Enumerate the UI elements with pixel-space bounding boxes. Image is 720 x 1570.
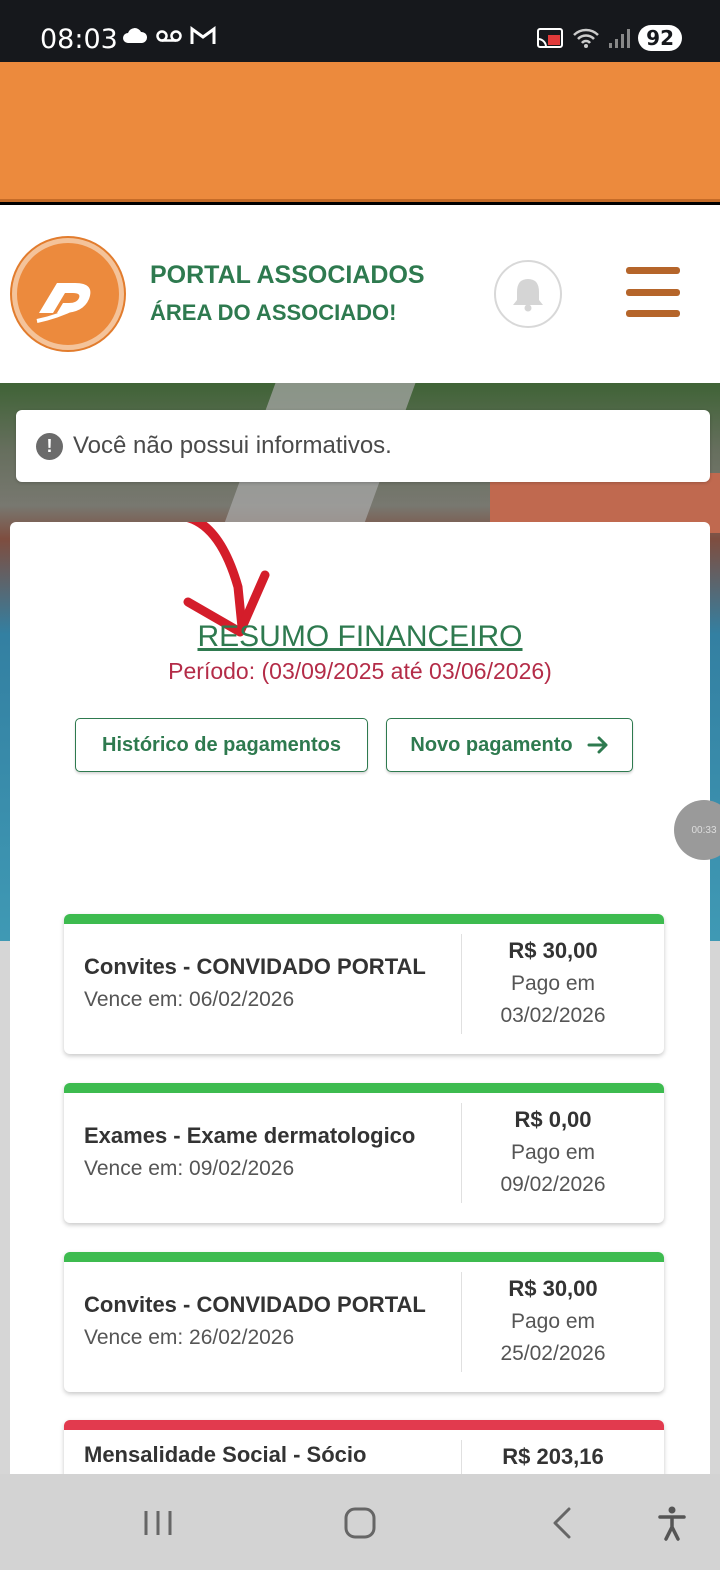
voicemail-icon <box>156 30 182 42</box>
payment-paid-date: 03/02/2026 <box>500 1004 606 1027</box>
payment-item[interactable]: Convites - CONVIDADO PORTAL Vence em: 26… <box>64 1252 664 1392</box>
bell-icon <box>513 279 543 312</box>
payment-item[interactable]: Convites - CONVIDADO PORTAL Vence em: 06… <box>64 914 664 1054</box>
payment-item[interactable]: Exames - Exame dermatologico Vence em: 0… <box>64 1083 664 1223</box>
hamburger-menu-icon[interactable] <box>626 267 680 317</box>
status-time: 08:03 <box>40 24 118 55</box>
payment-item[interactable]: Mensalidade Social - Sócio R$ 203,16 <box>64 1420 664 1474</box>
payment-status-strip <box>64 1420 664 1430</box>
payment-name: Convites - CONVIDADO PORTAL <box>84 1292 426 1317</box>
period-range: Período: (03/09/2025 até 03/06/2026) <box>168 658 552 684</box>
portal-subtitle: ÁREA DO ASSOCIADO! <box>150 300 397 325</box>
new-payment-label: Novo pagamento <box>410 733 573 756</box>
recents-button[interactable] <box>128 1498 188 1548</box>
payment-paid-date: 09/02/2026 <box>500 1173 606 1196</box>
payment-status-strip <box>64 1083 664 1093</box>
payment-due-date: Vence em: 06/02/2026 <box>84 988 295 1011</box>
payment-status: Pago em <box>510 972 596 995</box>
payment-amount: R$ 203,16 <box>502 1444 604 1469</box>
payment-status: Pago em <box>510 1141 596 1164</box>
notice-bar: ! Você não possui informativos. <box>16 410 710 482</box>
menu-bar <box>626 310 680 317</box>
payment-status: Pago em <box>510 1310 596 1333</box>
battery-indicator: 92 <box>638 25 682 51</box>
payment-due-date: Vence em: 26/02/2026 <box>84 1326 295 1349</box>
cast-icon <box>537 28 564 48</box>
payment-status-strip <box>64 914 664 924</box>
app-header: PORTAL ASSOCIADOS ÁREA DO ASSOCIADO! <box>0 205 720 383</box>
back-icon <box>553 1507 571 1539</box>
home-button[interactable] <box>330 1498 390 1548</box>
notifications-button[interactable] <box>494 260 562 328</box>
menu-bar <box>626 288 680 296</box>
signal-icon <box>609 29 631 48</box>
gmail-icon <box>190 26 216 44</box>
recents-icon <box>144 1511 172 1535</box>
financial-summary-card: RESUMO FINANCEIRO Período: (03/09/2025 a… <box>10 522 710 1474</box>
alert-circle-icon: ! <box>36 432 63 460</box>
club-logo <box>12 238 124 350</box>
payment-amount: R$ 0,00 <box>514 1107 592 1132</box>
status-icons-right: 92 <box>536 25 682 51</box>
cloud-icon <box>123 28 148 43</box>
new-payment-button[interactable]: Novo pagamento <box>386 718 633 772</box>
back-button[interactable] <box>532 1498 592 1548</box>
status-icons-left <box>122 26 216 46</box>
payment-status-strip <box>64 1252 664 1262</box>
portal-title: PORTAL ASSOCIADOS <box>150 261 425 289</box>
notice-text: Você não possui informativos. <box>73 432 392 459</box>
payment-name: Convites - CONVIDADO PORTAL <box>84 954 426 979</box>
payment-name: Exames - Exame dermatologico <box>84 1123 416 1148</box>
system-navigation-bar <box>0 1474 720 1570</box>
menu-bar <box>626 267 680 274</box>
financial-summary-title[interactable]: RESUMO FINANCEIRO <box>10 620 710 654</box>
payment-amount: R$ 30,00 <box>508 938 598 963</box>
accessibility-icon <box>658 1506 686 1541</box>
payment-amount: R$ 30,00 <box>508 1276 598 1301</box>
payment-name: Mensalidade Social - Sócio <box>84 1442 367 1467</box>
status-bar: 08:03 92 <box>0 0 720 62</box>
payment-due-date: Vence em: 09/02/2026 <box>84 1157 295 1180</box>
payment-history-button[interactable]: Histórico de pagamentos <box>75 718 368 772</box>
top-banner <box>0 62 720 202</box>
accessibility-button[interactable] <box>642 1498 702 1548</box>
wifi-icon <box>573 28 600 48</box>
payment-paid-date: 25/02/2026 <box>500 1342 606 1365</box>
home-icon <box>344 1507 376 1539</box>
arrow-right-icon <box>587 736 608 754</box>
logo-mark <box>36 283 91 323</box>
payment-history-label: Histórico de pagamentos <box>102 733 341 756</box>
